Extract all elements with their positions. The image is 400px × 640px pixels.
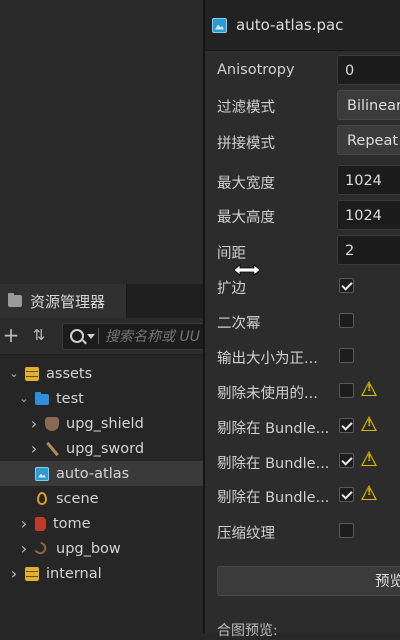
remove-bundle-checkbox-3[interactable]	[339, 487, 354, 502]
sort-button[interactable]: ⇅	[28, 324, 50, 346]
atlas-icon	[212, 17, 227, 33]
tree-item-label: upg_bow	[56, 540, 121, 557]
prop-label-filter-mode: 过滤模式	[217, 100, 275, 116]
padding-input[interactable]: 2	[337, 235, 400, 265]
bow-icon	[35, 542, 49, 556]
tree-item-upg-shield[interactable]: › upg_shield	[0, 411, 203, 436]
remove-unused-checkbox[interactable]	[339, 383, 354, 398]
chevron-down-icon[interactable]: ⌄	[19, 393, 29, 404]
filter-mode-select[interactable]: Bilinear	[337, 90, 400, 120]
bleed-checkbox[interactable]	[339, 278, 354, 293]
prop-label-power-of-two: 二次幂	[217, 316, 261, 332]
tree-item-label: internal	[46, 565, 102, 582]
folder-tab-icon	[8, 293, 22, 307]
tree-item-label: upg_sword	[66, 440, 145, 457]
prop-label-max-width: 最大宽度	[217, 176, 275, 192]
tab-assets[interactable]: 资源管理器	[0, 284, 127, 318]
chevron-down-icon[interactable]: ⌄	[9, 368, 19, 379]
plus-icon: +	[2, 323, 20, 347]
inspector-title: auto-atlas.pac	[236, 16, 344, 34]
prop-label-bleed: 扩边	[217, 281, 246, 297]
anisotropy-input[interactable]: 0	[337, 55, 400, 85]
tome-icon	[35, 516, 46, 531]
force-squared-checkbox[interactable]	[339, 348, 354, 363]
prop-label-wrap-mode: 拼接模式	[217, 136, 275, 152]
tree-item-label: scene	[56, 490, 99, 507]
atlas-preview-label: 合图预览:	[217, 623, 278, 639]
tree-item-label: auto-atlas	[56, 465, 130, 482]
database-icon	[25, 566, 39, 581]
max-height-input[interactable]: 1024	[337, 200, 400, 230]
preview-button-label: 预览	[375, 574, 400, 590]
tree-item-tome[interactable]: › tome	[0, 511, 203, 536]
tree-item-test[interactable]: ⌄ test	[0, 386, 203, 411]
remove-bundle-checkbox-2[interactable]	[339, 453, 354, 468]
sword-icon	[45, 442, 59, 456]
search-icon	[70, 329, 84, 343]
resize-cursor-icon	[233, 264, 261, 276]
chevron-right-icon[interactable]: ›	[29, 440, 39, 456]
tree-item-label: test	[56, 390, 84, 407]
database-icon	[25, 366, 39, 381]
prop-label-anisotropy: Anisotropy	[217, 62, 295, 78]
inspector-header: auto-atlas.pac	[205, 0, 400, 51]
prop-label-compress-texture: 压缩纹理	[217, 526, 275, 542]
asset-tree: ⌄ assets ⌄ test › upg_shield › upg_sword auto-at…	[0, 355, 203, 633]
atlas-icon	[35, 466, 49, 481]
warning-icon[interactable]	[361, 451, 377, 466]
prop-label-remove-bundle-2: 剔除在 Bundle...	[217, 456, 330, 472]
prop-label-remove-bundle-3: 剔除在 Bundle...	[217, 490, 330, 506]
chevron-down-icon[interactable]	[87, 334, 95, 339]
prop-label-remove-unused: 剔除未使用的...	[217, 386, 318, 402]
chevron-right-icon[interactable]: ›	[29, 415, 39, 431]
tree-item-label: upg_shield	[66, 415, 144, 432]
warning-icon[interactable]	[361, 485, 377, 500]
preview-button[interactable]: 预览	[217, 566, 400, 596]
prop-label-padding: 间距	[217, 246, 246, 262]
wrap-mode-select[interactable]: Repeat	[337, 125, 400, 155]
remove-bundle-checkbox-1[interactable]	[339, 418, 354, 433]
search-input[interactable]	[105, 324, 205, 349]
prop-label-force-squared: 输出大小为正...	[217, 351, 318, 367]
tree-item-scene[interactable]: scene	[0, 486, 203, 511]
shield-icon	[45, 416, 59, 431]
tree-item-label: tome	[53, 515, 91, 532]
chevron-right-icon[interactable]: ›	[19, 540, 29, 556]
prop-label-max-height: 最大高度	[217, 210, 275, 226]
compress-texture-checkbox[interactable]	[339, 523, 354, 538]
warning-icon[interactable]	[361, 416, 377, 431]
folder-icon	[35, 392, 49, 405]
tree-item-assets[interactable]: ⌄ assets	[0, 361, 203, 386]
sort-icon: ⇅	[32, 326, 46, 344]
prop-label-remove-bundle-1: 剔除在 Bundle...	[217, 421, 330, 437]
warning-icon[interactable]	[361, 381, 377, 396]
tree-item-label: assets	[46, 365, 93, 382]
tree-item-internal[interactable]: › internal	[0, 561, 203, 586]
chevron-right-icon[interactable]: ›	[19, 515, 29, 531]
tree-item-auto-atlas[interactable]: auto-atlas	[0, 461, 203, 486]
power-of-two-checkbox[interactable]	[339, 313, 354, 328]
tree-item-upg-bow[interactable]: › upg_bow	[0, 536, 203, 561]
tree-item-upg-sword[interactable]: › upg_sword	[0, 436, 203, 461]
scene-panel-area	[0, 0, 203, 284]
max-width-input[interactable]: 1024	[337, 165, 400, 195]
scene-icon	[37, 492, 47, 505]
search-divider	[98, 328, 99, 344]
chevron-right-icon[interactable]: ›	[9, 565, 19, 581]
search-box[interactable]	[62, 323, 209, 350]
add-asset-button[interactable]: +	[0, 324, 22, 346]
tab-assets-label: 资源管理器	[30, 292, 106, 311]
assets-toolbar: + ⇅	[0, 318, 209, 355]
